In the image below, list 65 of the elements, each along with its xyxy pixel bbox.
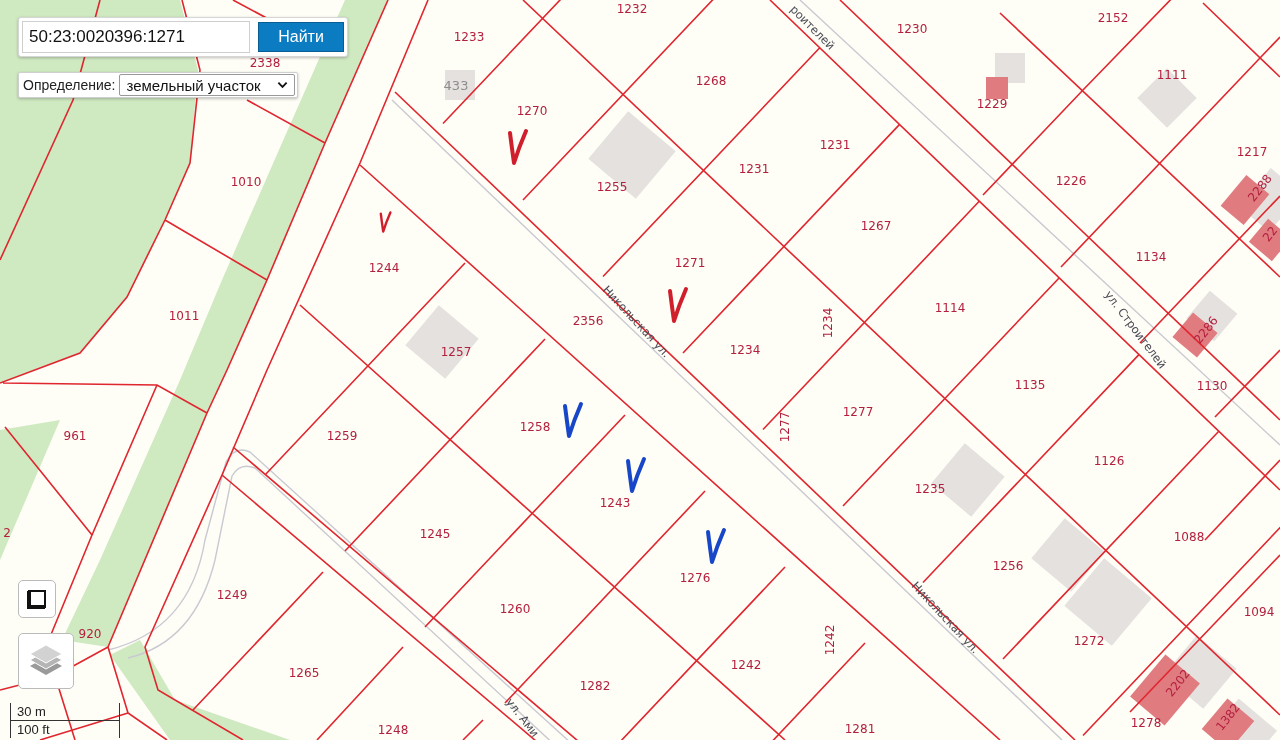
caret-icon: [276, 81, 288, 89]
parcel-number: 1248: [377, 724, 409, 736]
parcel-number: 1276: [679, 572, 711, 584]
parcel-number: 1255: [596, 181, 628, 193]
parcel-number: 1260: [499, 603, 531, 615]
ruler-icon: [27, 589, 47, 609]
parcel-number: 2152: [1097, 12, 1129, 24]
layers-button[interactable]: [18, 633, 74, 689]
parcel-number: 1229: [976, 98, 1008, 110]
parcel-number: 1217: [1236, 146, 1268, 158]
parcel-number: 1249: [216, 589, 248, 601]
parcel-number: 1242: [730, 659, 762, 671]
layers-icon: [28, 644, 64, 678]
scale-metric: 30 m: [10, 703, 120, 721]
parcel-number: 1011: [168, 310, 200, 322]
parcel-number: 1126: [1093, 455, 1125, 467]
parcel-number: 1277: [842, 406, 874, 418]
parcel-number: 1134: [1135, 251, 1167, 263]
parcel-number: 1231: [819, 139, 851, 151]
parcel-number: 1282: [579, 680, 611, 692]
parcel-number: 1130: [1196, 380, 1228, 392]
parcel-number: 1010: [230, 176, 262, 188]
parcel-number: 1272: [1073, 635, 1105, 647]
parcel-number: 1235: [914, 483, 946, 495]
parcel-number: 1267: [860, 220, 892, 232]
definition-label: Определение:: [22, 77, 116, 93]
parcel-number: 1265: [288, 667, 320, 679]
parcel-number: 2356: [572, 315, 604, 327]
parcel-number: 1278: [1130, 717, 1162, 729]
measure-button[interactable]: [18, 580, 56, 618]
parcel-number: 1243: [599, 497, 631, 509]
find-button[interactable]: Найти: [258, 22, 344, 52]
parcel-number: 1281: [844, 723, 876, 735]
parcel-number: 22: [1260, 224, 1280, 244]
parcel-number: 1245: [419, 528, 451, 540]
definition-dropdown[interactable]: земельный участок: [119, 74, 295, 96]
search-field[interactable]: 50:23:0020396:1271: [22, 21, 250, 53]
parcel-number: 1244: [368, 262, 400, 274]
parcel-number: 1231: [738, 163, 770, 175]
parcel-number: 433: [443, 78, 469, 92]
parcel-number: 1268: [695, 75, 727, 87]
parcel-number: 1242: [824, 624, 836, 656]
parcel-number: 1259: [326, 430, 358, 442]
parcel-number: 1256: [992, 560, 1024, 572]
parcel-number: 1094: [1243, 606, 1275, 618]
parcel-number: 1135: [1014, 379, 1046, 391]
parcel-number: 1111: [1156, 69, 1188, 81]
parcel-number: 2338: [249, 57, 281, 69]
parcel-number: 1258: [519, 421, 551, 433]
parcel-number: 1230: [896, 23, 928, 35]
parcel-number: 1270: [516, 105, 548, 117]
parcel-number: 1114: [934, 302, 966, 314]
parcel-number: 1257: [440, 346, 472, 358]
parcel-number: 1271: [674, 257, 706, 269]
parcel-number: 1088: [1173, 531, 1205, 543]
parcel-number: 1233: [453, 31, 485, 43]
parcel-number: 2: [3, 527, 11, 539]
parcel-number: 1226: [1055, 175, 1087, 187]
parcel-number: 1232: [616, 3, 648, 15]
parcel-number: 920: [78, 628, 102, 640]
scale-imperial: 100 ft: [10, 721, 120, 738]
parcel-number: 1277: [779, 411, 791, 443]
parcel-number: 1234: [729, 344, 761, 356]
parcel-number: 961: [63, 430, 87, 442]
parcel-number: 1234: [822, 307, 834, 339]
